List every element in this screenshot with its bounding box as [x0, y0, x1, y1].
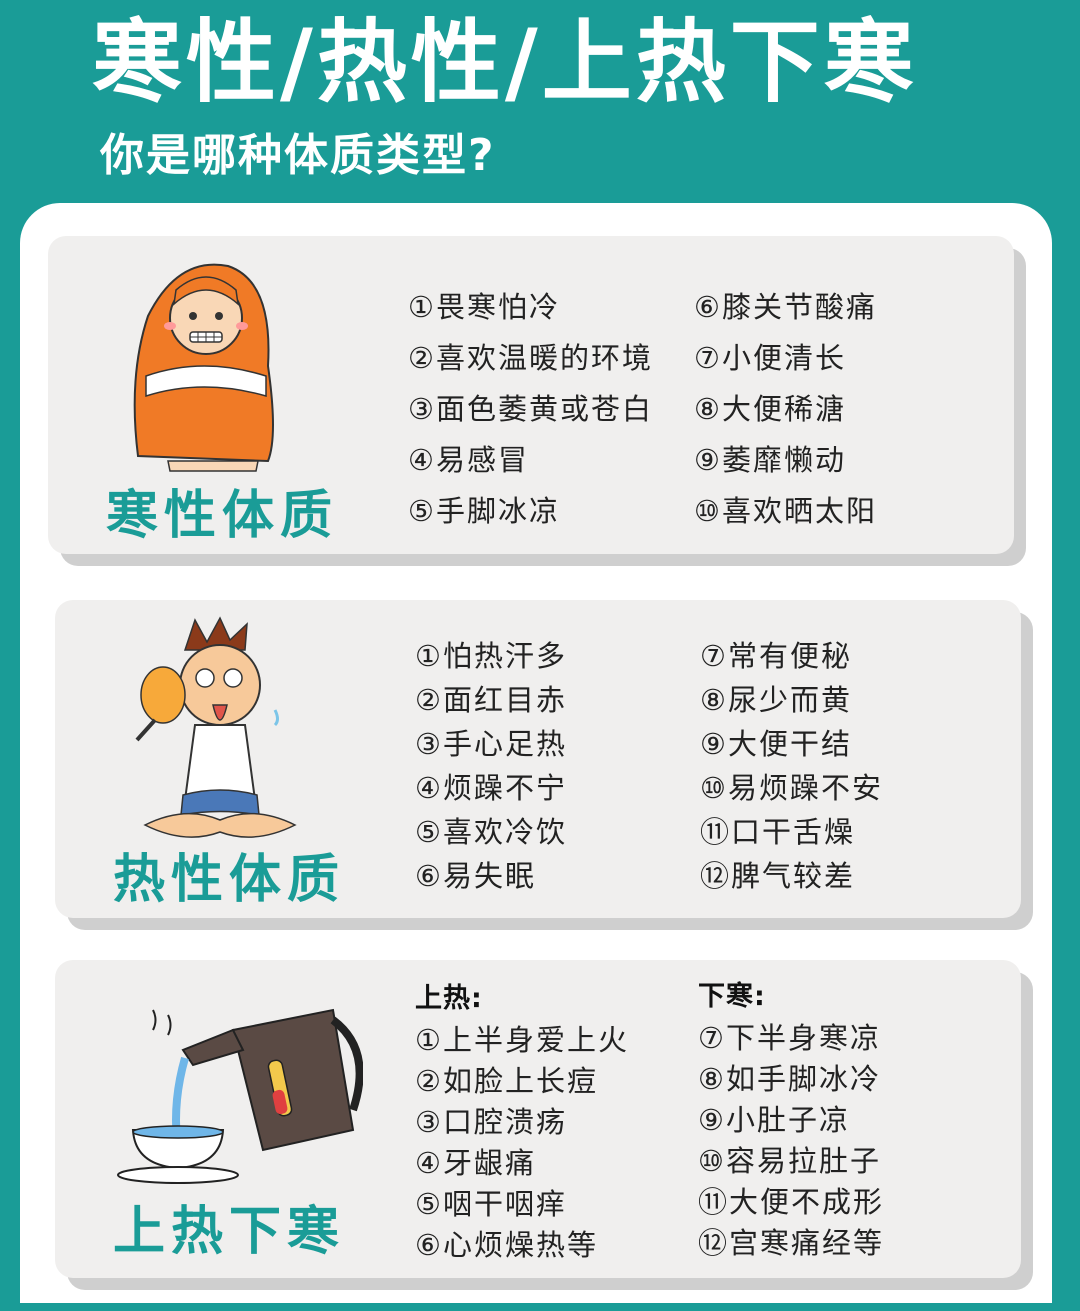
list-item: ⑥易失眠: [415, 859, 536, 893]
list-item: ②面红目赤: [415, 683, 567, 717]
list-item: ⑨小肚子凉: [698, 1103, 850, 1137]
list-item: ①怕热汗多: [415, 639, 567, 673]
list-heading: 下寒:: [698, 981, 766, 1012]
list-item: ③口腔溃疡: [415, 1105, 567, 1139]
list-item: ⑨大便干结: [700, 727, 852, 761]
list-item: ⑤咽干咽痒: [415, 1187, 567, 1221]
list-item: ①畏寒怕冷: [408, 290, 560, 324]
list-item: ⑤手脚冰凉: [408, 494, 560, 528]
list-item: ⑦常有便秘: [700, 639, 852, 673]
list-item: ⑫脾气较差: [700, 859, 856, 893]
page-title: 寒性/热性/上热下寒: [92, 10, 918, 115]
lower-cold-list: 下寒: ⑦下半身寒凉 ⑧如手脚冰冷 ⑨小肚子凉 ⑩容易拉肚子 ⑪大便不成形 ⑫宫…: [698, 982, 884, 1264]
symptom-list-right: ⑦下半身寒凉 ⑧如手脚冰冷 ⑨小肚子凉 ⑩容易拉肚子 ⑪大便不成形 ⑫宫寒痛经等: [698, 1018, 884, 1264]
symptom-list-left: ①上半身爱上火 ②如脸上长痘 ③口腔溃疡 ④牙龈痛 ⑤咽干咽痒 ⑥心烦燥热等: [415, 1020, 629, 1266]
section-label: 上热下寒: [113, 1202, 346, 1262]
list-item: ④易感冒: [408, 443, 529, 477]
list-item: ⑧如手脚冰冷: [698, 1062, 881, 1096]
list-item: ⑦下半身寒凉: [698, 1021, 881, 1055]
list-item: ⑩易烦躁不安: [700, 771, 883, 805]
list-item: ④烦躁不宁: [415, 771, 567, 805]
list-item: ⑥膝关节酸痛: [694, 290, 877, 324]
section-label: 寒性体质: [106, 486, 339, 546]
list-item: ⑪口干舌燥: [700, 815, 856, 849]
list-item: ③面色萎黄或苍白: [408, 392, 653, 426]
list-item: ⑩容易拉肚子: [698, 1144, 881, 1178]
kettle-pouring-cup-icon: [117, 1008, 363, 1184]
list-item: ②喜欢温暖的环境: [408, 341, 653, 375]
list-item: ⑧尿少而黄: [700, 683, 852, 717]
list-item: ⑫宫寒痛经等: [698, 1226, 885, 1260]
hot-constitution-card: 热性体质 ①怕热汗多 ②面红目赤 ③手心足热 ④烦躁不宁 ⑤喜欢冷饮 ⑥易失眠 …: [55, 600, 1021, 918]
list-item: ⑨萎靡懒动: [694, 443, 846, 477]
list-item: ②如脸上长痘: [415, 1064, 598, 1098]
symptom-list-right: ⑦常有便秘 ⑧尿少而黄 ⑨大便干结 ⑩易烦躁不安 ⑪口干舌燥 ⑫脾气较差: [700, 634, 883, 898]
list-item: ⑥心烦燥热等: [415, 1228, 598, 1262]
list-item: ⑤喜欢冷饮: [415, 815, 567, 849]
list-item: ⑧大便稀溏: [694, 392, 846, 426]
section-label: 热性体质: [113, 850, 346, 910]
cold-constitution-card: 寒性体质 ①畏寒怕冷 ②喜欢温暖的环境 ③面色萎黄或苍白 ④易感冒 ⑤手脚冰凉 …: [48, 236, 1014, 554]
list-item: ③手心足热: [415, 727, 567, 761]
list-heading: 上热:: [415, 983, 483, 1014]
cold-person-blanket-icon: [133, 263, 274, 472]
list-item: ①上半身爱上火: [415, 1023, 629, 1057]
symptom-list-left: ①畏寒怕冷 ②喜欢温暖的环境 ③面色萎黄或苍白 ④易感冒 ⑤手脚冰凉: [408, 282, 653, 537]
list-item: ⑪大便不成形: [698, 1185, 885, 1219]
upper-hot-lower-cold-card: 上热下寒 上热: ①上半身爱上火 ②如脸上长痘 ③口腔溃疡 ④牙龈痛 ⑤咽干咽痒…: [55, 960, 1021, 1278]
page-subtitle: 你是哪种体质类型?: [100, 130, 496, 181]
upper-hot-list: 上热: ①上半身爱上火 ②如脸上长痘 ③口腔溃疡 ④牙龈痛 ⑤咽干咽痒 ⑥心烦燥…: [415, 984, 629, 1266]
list-item: ⑦小便清长: [694, 341, 846, 375]
symptom-list-left: ①怕热汗多 ②面红目赤 ③手心足热 ④烦躁不宁 ⑤喜欢冷饮 ⑥易失眠: [415, 634, 567, 898]
list-item: ④牙龈痛: [415, 1146, 536, 1180]
hot-sweating-person-icon: [135, 616, 297, 838]
list-item: ⑩喜欢晒太阳: [694, 494, 877, 528]
symptom-list-right: ⑥膝关节酸痛 ⑦小便清长 ⑧大便稀溏 ⑨萎靡懒动 ⑩喜欢晒太阳: [694, 282, 877, 537]
